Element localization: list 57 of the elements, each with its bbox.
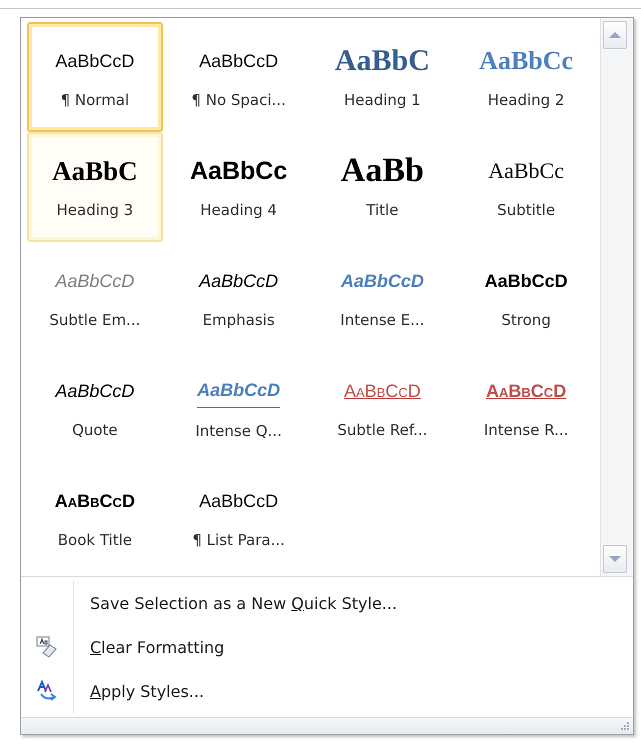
style-preview: AaBbC [334, 45, 430, 77]
style-preview: AaBbCcD [340, 270, 424, 292]
style-preview: AaBbCcD [55, 270, 134, 292]
style-name: Title [366, 201, 398, 219]
style-preview: AaBbC [52, 155, 138, 187]
style-preview: AaBbCc [190, 156, 288, 186]
style-tile[interactable]: AaBbCc Subtitle [458, 132, 594, 242]
style-name: Subtle Em... [49, 311, 140, 329]
style-tile[interactable]: AaBbCcD Intense R... [458, 352, 594, 462]
style-name: Intense E... [340, 311, 424, 329]
style-name: Heading 1 [344, 91, 421, 109]
style-name: Book Title [58, 531, 132, 549]
style-tile[interactable]: AaBbC Heading 3 [27, 132, 163, 242]
style-name: ¶ No Spaci... [191, 91, 286, 109]
style-preview: AaBbCcD [344, 380, 421, 402]
menu-item[interactable]: Save Selection as a New Quick Style... [90, 594, 398, 613]
style-name: Intense R... [484, 421, 568, 439]
style-name: ¶ Normal [60, 91, 130, 109]
style-tile[interactable]: AaBb Title [314, 132, 450, 242]
style-preview: AaBbCcD [197, 374, 280, 408]
style-name: Subtitle [497, 201, 556, 219]
style-tile[interactable]: AaBbCc Heading 4 [170, 132, 306, 242]
style-tile[interactable]: AaBbCcD Intense Q... [170, 352, 306, 462]
style-preview: AaBbCcD [486, 380, 566, 402]
style-tile[interactable]: AaBbCcD Strong [458, 242, 594, 352]
style-preview: AaBbCc [488, 157, 564, 185]
style-tile[interactable]: AaBbCcD Emphasis [170, 242, 306, 352]
style-name: Subtle Ref... [337, 421, 428, 439]
style-name: ¶ List Para... [192, 531, 285, 549]
style-name: Heading 4 [200, 201, 277, 219]
style-tile[interactable]: AaBbCcD Subtle Ref... [314, 352, 450, 462]
style-name: Intense Q... [195, 422, 282, 440]
style-tile[interactable]: AaBbC Heading 1 [314, 22, 450, 132]
style-name: Heading 3 [56, 201, 134, 219]
style-name: Strong [501, 311, 551, 329]
style-preview: AaBb [340, 155, 424, 187]
style-tile[interactable]: AaBbCcD ¶ Normal [27, 22, 163, 132]
menu-item[interactable]: Apply Styles... [90, 682, 204, 701]
style-tile[interactable]: AaBbCc Heading 2 [458, 22, 594, 132]
style-preview: AaBbCcD [54, 490, 135, 512]
style-name: Quote [72, 421, 118, 439]
style-tile[interactable]: AaBbCcD Intense E... [314, 242, 450, 352]
style-name: Heading 2 [488, 91, 564, 109]
style-tile[interactable]: AaBbCcD Subtle Em... [27, 242, 163, 352]
style-tile[interactable]: AaBbCcD ¶ List Para... [170, 462, 306, 572]
style-preview: AaBbCcD [55, 380, 134, 402]
style-preview: AaBbCcD [199, 270, 278, 292]
style-preview: AaBbCcD [484, 270, 568, 292]
style-preview: AaBbCcD [199, 490, 278, 512]
style-name: Emphasis [202, 311, 275, 329]
style-preview: AaBbCc [479, 45, 574, 77]
style-preview: AaBbCcD [199, 50, 278, 72]
style-preview: AaBbCcD [55, 50, 134, 72]
menu-item[interactable]: Clear Formatting [90, 638, 224, 657]
style-tile[interactable]: AaBbCcD Book Title [27, 462, 163, 572]
style-tile[interactable]: AaBbCcD Quote [27, 352, 163, 462]
style-tile[interactable]: AaBbCcD ¶ No Spaci... [170, 22, 306, 132]
